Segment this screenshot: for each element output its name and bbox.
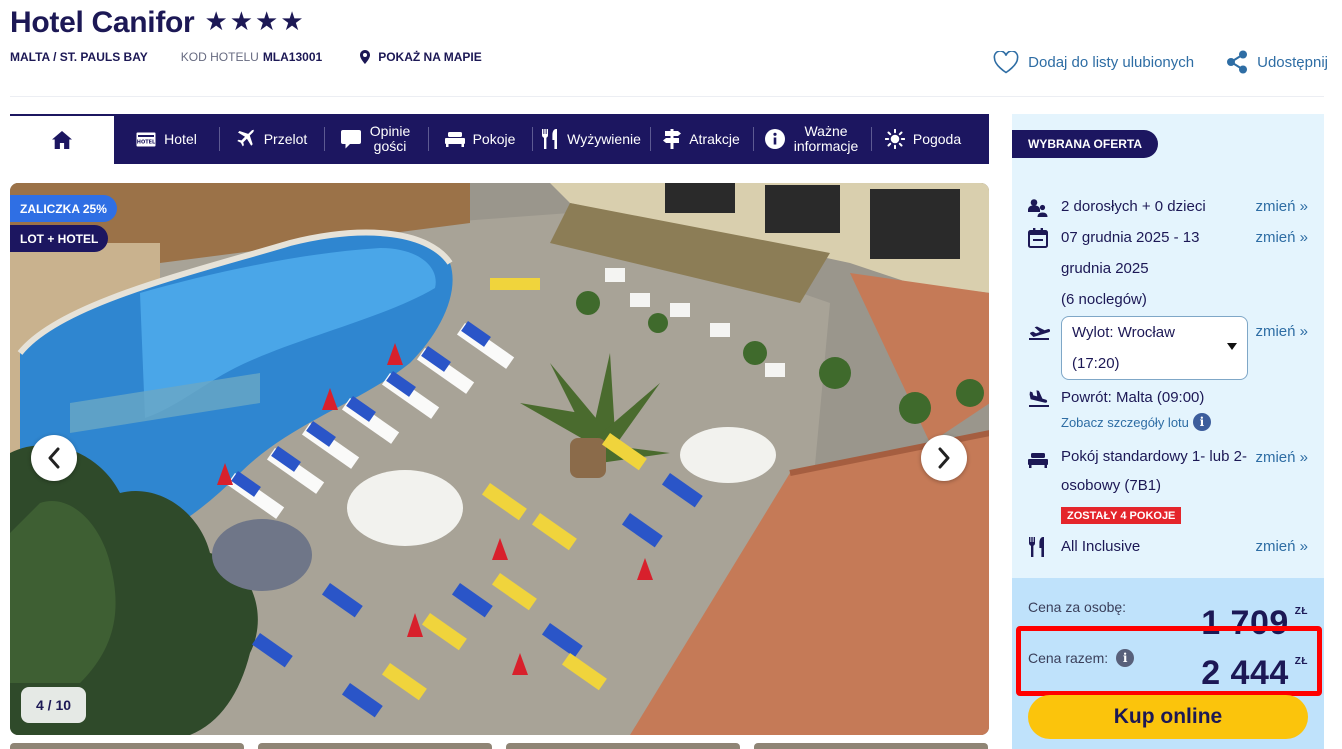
show-on-map-label: POKAŻ NA MAPIE [378, 50, 482, 64]
total-price-highlight [1016, 626, 1322, 696]
hotel-name: Hotel Canifor [10, 6, 195, 39]
nav-reviews[interactable]: Opinie gości [324, 114, 428, 164]
add-to-favorites-button[interactable]: Dodaj do listy ulubionych [993, 50, 1195, 74]
cutlery-icon [542, 129, 558, 149]
dropdown-caret-icon [1227, 343, 1237, 350]
hotel-title: Hotel Canifor ★★★★ [10, 6, 306, 40]
cutlery-icon [1029, 537, 1044, 557]
selected-offer-tag: WYBRANA OFERTA [1012, 130, 1158, 158]
nav-hotel[interactable]: HOTEL Hotel [114, 114, 219, 164]
hotel-stars: ★★★★ [204, 6, 306, 36]
takeoff-icon [1029, 326, 1051, 340]
show-on-map-link[interactable]: POKAŻ NA MAPIE [360, 50, 482, 64]
departure-select[interactable]: Wylot: Wrocław (17:20) [1061, 316, 1248, 380]
map-pin-icon [360, 50, 371, 64]
chevron-left-icon [48, 447, 60, 469]
share-icon [1227, 50, 1248, 74]
nav-board[interactable]: Wyżywienie [532, 114, 650, 164]
flight-details-label: Zobacz szczegóły lotu [1061, 414, 1189, 430]
price-per-person-label: Cena za osobę: [1028, 599, 1127, 615]
bed-icon [1028, 453, 1048, 468]
offer-board-row: All Inclusive zmień » [1028, 531, 1308, 568]
nav-hotel-label: Hotel [164, 130, 197, 147]
offer-nights: (6 noclegów) [1061, 291, 1147, 308]
nav-rooms[interactable]: Pokoje [428, 114, 532, 164]
hotel-pool-photo [10, 183, 989, 735]
hotel-location: MALTA / ST. PAULS BAY [10, 50, 148, 64]
hotel-photo-gallery[interactable]: ZALICZKA 25% LOT + HOTEL 4 / 10 [10, 183, 989, 735]
change-board-link[interactable]: zmień » [1255, 531, 1308, 562]
hotel-code: MLA13001 [262, 50, 323, 64]
nav-weather[interactable]: Pogoda [871, 114, 975, 164]
landing-icon [1029, 390, 1049, 407]
add-to-favorites-label: Dodaj do listy ulubionych [1028, 53, 1195, 71]
offer-dates: 07 grudnia 2025 - 13 grudnia 2025 [1061, 229, 1200, 277]
share-label: Udostępnij [1257, 53, 1328, 71]
info-icon [765, 129, 785, 149]
deposit-badge: ZALICZKA 25% [10, 195, 117, 222]
gallery-thumbnail[interactable] [258, 743, 492, 749]
gallery-counter: 4 / 10 [21, 687, 86, 723]
gallery-prev-button[interactable] [31, 435, 77, 481]
rooms-left-badge: ZOSTAŁY 4 POKOJE [1061, 507, 1182, 524]
buy-online-button[interactable]: Kup online [1028, 695, 1308, 739]
home-icon [52, 131, 72, 149]
offer-room-row: Pokój standardowy 1- lub 2-osobowy (7B1)… [1028, 442, 1308, 500]
offer-room: Pokój standardowy 1- lub 2-osobowy (7B1) [1061, 448, 1247, 494]
speech-bubble-icon [341, 129, 361, 148]
hotel-code-label: KOD HOTELU [180, 50, 259, 64]
nav-reviews-label: Opinie gości [369, 123, 411, 154]
flight-details-link[interactable]: Zobacz szczegóły lotu i [1061, 413, 1211, 431]
nav-weather-label: Pogoda [912, 130, 962, 147]
offer-dates-row: 07 grudnia 2025 - 13 grudnia 2025 (6 noc… [1028, 222, 1308, 315]
people-icon [1028, 199, 1048, 217]
sun-icon [884, 129, 905, 149]
offer-type-badge: LOT + HOTEL [10, 225, 109, 252]
gallery-next-button[interactable] [921, 435, 967, 481]
header-actions: Dodaj do listy ulubionych Udostępnij [993, 50, 1328, 74]
departure-value: Wylot: Wrocław (17:20) [1072, 324, 1175, 372]
heart-icon [993, 50, 1019, 73]
section-nav: HOTEL Hotel Przelot Opinie gości Pokoje … [10, 114, 989, 164]
currency-label: ZŁ [1294, 606, 1308, 617]
bed-icon [444, 132, 465, 147]
offer-departure-row: Wylot: Wrocław (17:20) zmień » [1028, 316, 1308, 380]
nav-flight-label: Przelot [263, 130, 308, 147]
change-dates-link[interactable]: zmień » [1255, 222, 1308, 253]
share-button[interactable]: Udostępnij [1226, 50, 1328, 74]
svg-text:HOTEL: HOTEL [137, 139, 156, 145]
change-room-link[interactable]: zmień » [1255, 442, 1308, 473]
nav-board-label: Wyżywienie [567, 130, 641, 147]
nav-important-info[interactable]: Ważne informacje [753, 114, 871, 164]
hotel-icon: HOTEL [136, 132, 156, 146]
change-departure-link[interactable]: zmień » [1255, 316, 1308, 347]
calendar-icon [1028, 228, 1048, 248]
info-icon: i [1192, 413, 1211, 431]
gallery-thumbnails [10, 743, 989, 749]
header-divider [10, 96, 1324, 97]
nav-flight[interactable]: Przelot [219, 114, 324, 164]
gallery-thumbnail[interactable] [10, 743, 244, 749]
hotel-meta: MALTA / ST. PAULS BAY KOD HOTELU MLA1300… [10, 50, 482, 64]
gallery-thumbnail[interactable] [754, 743, 988, 749]
gallery-thumbnail[interactable] [506, 743, 740, 749]
signpost-icon [663, 129, 682, 149]
nav-important-info-label: Ważne informacje [793, 123, 859, 154]
nav-rooms-label: Pokoje [472, 130, 516, 147]
plane-icon [237, 129, 255, 147]
chevron-right-icon [938, 447, 950, 469]
nav-attractions-label: Atrakcje [689, 130, 740, 147]
nav-attractions[interactable]: Atrakcje [650, 114, 753, 164]
nav-home[interactable] [10, 114, 114, 164]
change-guests-link[interactable]: zmień » [1255, 191, 1308, 222]
